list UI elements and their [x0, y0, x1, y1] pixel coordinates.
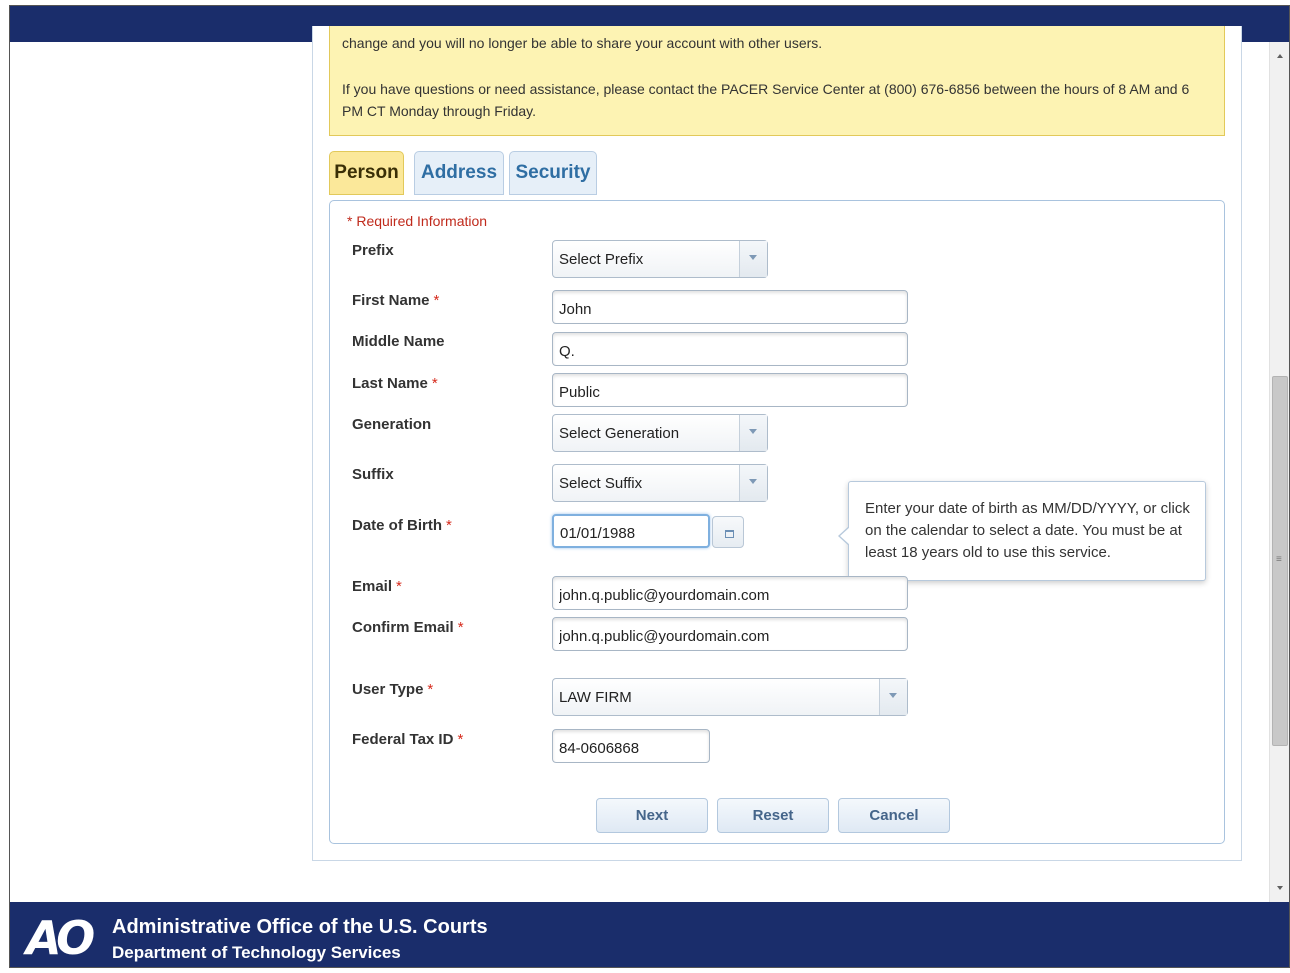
notice-box: change and you will no longer be able to…	[329, 26, 1225, 136]
suffix-select[interactable]: Select Suffix	[552, 464, 768, 502]
prefix-select-value: Select Prefix	[559, 251, 644, 268]
next-button[interactable]: Next	[596, 798, 708, 833]
tab-person[interactable]: Person	[329, 151, 404, 195]
tax-id-input[interactable]	[552, 729, 710, 763]
tab-security[interactable]: Security	[509, 151, 597, 195]
tooltip-pointer-inner	[840, 527, 850, 545]
cancel-button[interactable]: Cancel	[838, 798, 950, 833]
browser-frame: change and you will no longer be able to…	[9, 5, 1290, 968]
reset-button[interactable]: Reset	[717, 798, 829, 833]
dob-tooltip: Enter your date of birth as MM/DD/YYYY, …	[838, 481, 1206, 581]
generation-select[interactable]: Select Generation	[552, 414, 768, 452]
tab-address[interactable]: Address	[414, 151, 504, 195]
scroll-up-icon[interactable]	[1270, 48, 1289, 66]
required-info-note: * Required Information	[347, 213, 488, 229]
grip-icon: ≡	[1276, 554, 1282, 565]
user-type-select[interactable]: LAW FIRM	[552, 678, 908, 716]
prefix-select[interactable]: Select Prefix	[552, 240, 768, 278]
chevron-down-icon	[879, 679, 907, 715]
email-label: Email *	[352, 578, 402, 595]
dob-label: Date of Birth *	[352, 517, 452, 534]
generation-select-value: Select Generation	[559, 425, 680, 442]
dob-tooltip-text: Enter your date of birth as MM/DD/YYYY, …	[865, 500, 1190, 561]
notice-message: If you have questions or need assistance…	[342, 81, 1190, 119]
calendar-button[interactable]	[712, 516, 744, 548]
first-name-label: First Name *	[352, 292, 440, 309]
prefix-label: Prefix	[352, 242, 394, 259]
middle-name-label: Middle Name	[352, 333, 445, 350]
scroll-thumb[interactable]: ≡	[1272, 376, 1288, 746]
suffix-label: Suffix	[352, 466, 394, 483]
last-name-label: Last Name *	[352, 375, 438, 392]
calendar-icon	[725, 530, 734, 538]
user-type-select-value: LAW FIRM	[559, 689, 632, 706]
scroll-down-icon[interactable]	[1270, 880, 1289, 898]
confirm-email-label: Confirm Email *	[352, 619, 464, 636]
vertical-scrollbar[interactable]: ≡	[1269, 42, 1289, 902]
confirm-email-input[interactable]	[552, 617, 908, 651]
ao-logo: AO	[26, 911, 95, 965]
chevron-down-icon	[739, 465, 767, 501]
chevron-down-icon	[739, 415, 767, 451]
first-name-input[interactable]	[552, 290, 908, 324]
user-type-label: User Type *	[352, 681, 434, 698]
suffix-select-value: Select Suffix	[559, 475, 643, 492]
notice-cut-text: change and you will no longer be able to…	[342, 35, 823, 51]
footer-dept-name: Department of Technology Services	[112, 943, 401, 962]
last-name-input[interactable]	[552, 373, 908, 407]
middle-name-input[interactable]	[552, 332, 908, 366]
dob-input[interactable]	[552, 514, 710, 548]
generation-label: Generation	[352, 416, 432, 433]
chevron-down-icon	[739, 241, 767, 277]
email-input[interactable]	[552, 576, 908, 610]
tax-id-label: Federal Tax ID *	[352, 731, 464, 748]
footer-org-name: Administrative Office of the U.S. Courts	[112, 916, 488, 938]
footer: AO Administrative Office of the U.S. Cou…	[10, 902, 1289, 967]
